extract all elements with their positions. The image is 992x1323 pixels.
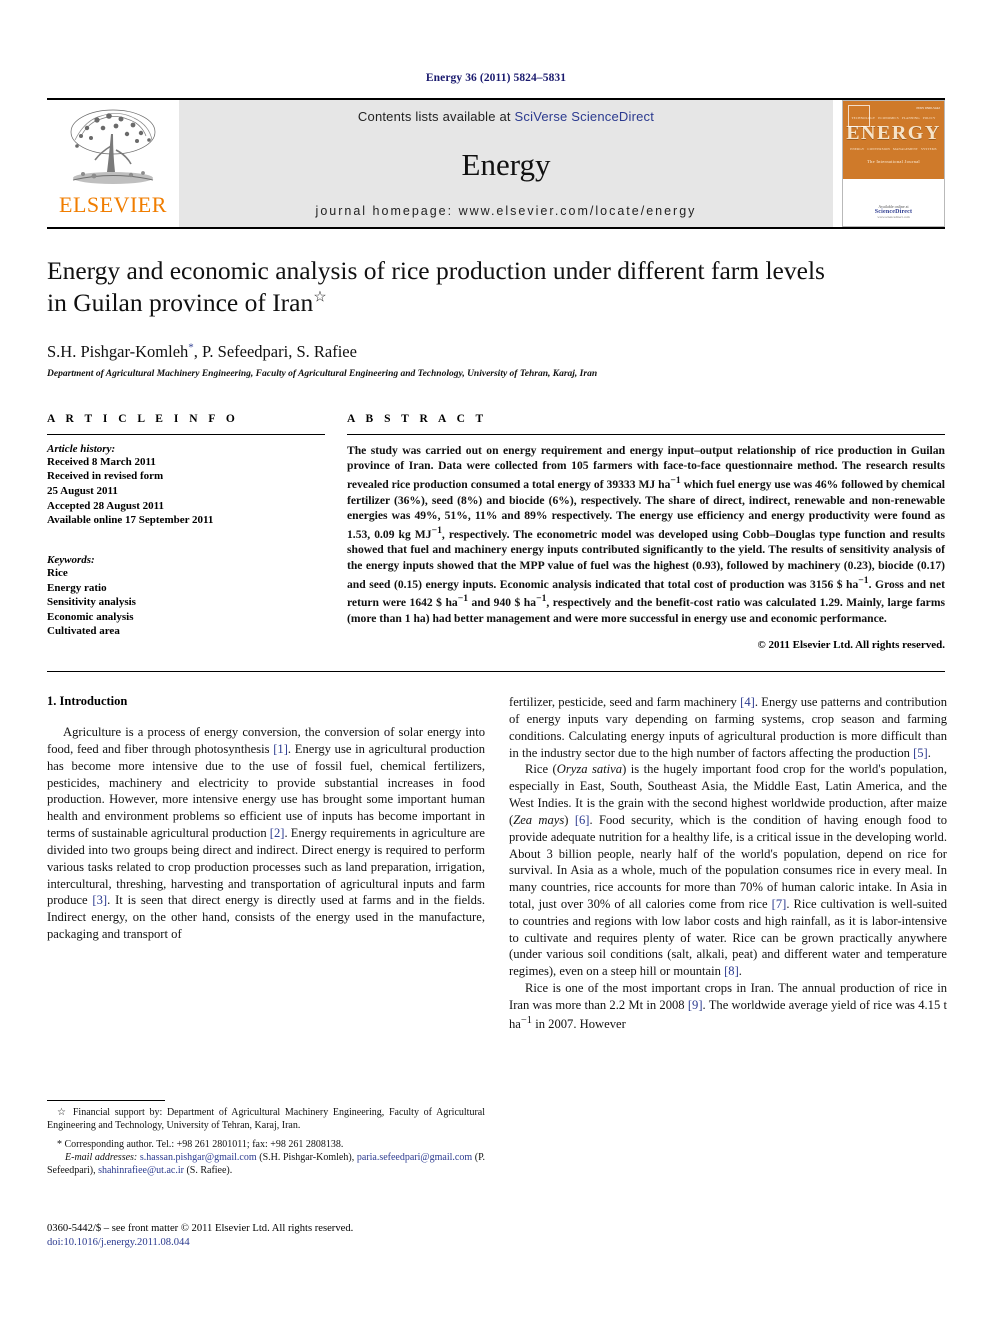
abstract-text: The study was carried out on energy requ… [347,443,946,625]
journal-banner: Contents lists available at SciVerse Sci… [179,100,833,227]
email-link-0[interactable]: s.hassan.pishgar@gmail.com [140,1152,257,1163]
info-abstract-row: A R T I C L E I N F O Article history: R… [47,413,945,662]
email-link-2[interactable]: shahinrafiee@ut.ac.ir [98,1165,184,1176]
body-columns: 1. Introduction Agriculture is a process… [47,694,947,1032]
intro-paragraph-right-2: Rice (Oryza sativa) is the hugely import… [509,762,948,979]
cover-term-1: ECONOMICS [878,115,899,120]
history-item-1: Received in revised form [47,470,164,483]
email-person-0: (S.H. Pishgar-Komleh) [259,1152,352,1163]
cover-term2-0: ENERGY [850,146,865,151]
journal-header: ELSEVIER Contents lists available at Sci… [47,98,945,227]
keywords-spacer [47,528,325,554]
cover-elsevier-mark-icon [848,105,870,127]
journal-cover-thumbnail: ISSN 0360-5442 TECHNOLOGY ECONOMICS PLAN… [842,100,945,227]
doi-link[interactable]: doi:10.1016/j.energy.2011.08.044 [47,1236,507,1250]
article-info-rule [47,433,325,435]
cover-url: www.sciencedirect.com [877,215,910,219]
title-footnote-marker[interactable]: ☆ [313,290,326,306]
cover-term2-1: CONVERSION [867,146,890,151]
keyword-4: Cultivated area [47,625,120,638]
body-column-right: fertilizer, pesticide, seed and farm mac… [509,694,947,1032]
title-text: Energy and economic analysis of rice pro… [47,256,825,318]
intro-paragraph-left: Agriculture is a process of energy conve… [47,725,485,941]
cover-band-row-bottom: ENERGY CONVERSION MANAGEMENT SYSTEMS [850,147,936,151]
cover-bottom-area: Available online at ScienceDirect www.sc… [843,178,944,226]
abstract-bottom-rule [47,671,945,673]
abstract-column: A B S T R A C T The study was carried ou… [325,413,945,662]
paper-page: Energy 36 (2011) 5824–5831 ELSEVIER Cont… [0,0,992,1323]
history-item-4: Available online 17 September 2011 [47,514,214,527]
authors-text: S.H. Pishgar-Komleh*, P. Sefeedpari, S. … [47,341,357,361]
contents-available-line: Contents lists available at SciVerse Sci… [358,109,654,124]
keyword-1: Energy ratio [47,581,107,594]
footnotes-block: ☆ Financial support by: Department of Ag… [47,1100,485,1177]
email-addresses-label: E-mail addresses: [65,1152,138,1163]
article-info-heading: A R T I C L E I N F O [47,412,239,425]
imprint-front-matter: 0360-5442/$ – see front matter © 2011 El… [47,1223,354,1234]
elsevier-wordmark: ELSEVIER [59,192,167,217]
footnote-emails: E-mail addresses: s.hassan.pishgar@gmail… [47,1152,486,1176]
cover-term2-2: MANAGEMENT [892,146,918,151]
author-list: S.H. Pishgar-Komleh*, P. Sefeedpari, S. … [47,341,945,362]
keywords-label: Keywords: [47,553,95,566]
imprint-block: 0360-5442/$ – see front matter © 2011 El… [47,1222,507,1250]
intro-paragraph-right-3: Rice is one of the most important crops … [509,981,947,1031]
cover-term2-3: SYSTEMS [920,146,937,151]
sciencedirect-link[interactable]: SciVerse ScienceDirect [515,109,655,124]
section-heading-introduction: 1. Introduction [47,694,128,709]
copyright-line: © 2011 Elsevier Ltd. All rights reserved… [757,639,945,652]
footnote-funding: ☆ Financial support by: Department of Ag… [47,1107,485,1131]
keyword-3: Economic analysis [47,610,134,623]
affiliation: Department of Agricultural Machinery Eng… [47,368,598,379]
journal-homepage-link[interactable]: journal homepage: www.elsevier.com/locat… [316,204,697,218]
article-title-block: Energy and economic analysis of rice pro… [47,227,945,379]
email-person-2: (S. Rafiee). [186,1165,233,1176]
cover-term-2: PLANNING [901,115,920,120]
keyword-0: Rice [47,566,68,579]
cover-issn-code: ISSN 0360-5442 [916,106,940,110]
history-item-0: Received 8 March 2011 [47,455,156,468]
elsevier-logo: ELSEVIER [47,100,179,227]
abstract-rule [347,433,945,435]
elsevier-tree-icon [70,109,155,184]
page-title: Energy and economic analysis of rice pro… [47,255,837,319]
cover-term-3: POLICY [922,115,936,120]
journal-title: Energy [461,146,551,182]
cover-subtitle: The International Journal [867,158,920,164]
history-item-3: Accepted 28 August 2011 [47,499,165,512]
email-link-1[interactable]: paria.sefeedpari@gmail.com [357,1152,472,1163]
article-info-column: A R T I C L E I N F O Article history: R… [47,413,325,662]
cover-top-band: ISSN 0360-5442 TECHNOLOGY ECONOMICS PLAN… [843,101,944,179]
history-item-2: 25 August 2011 [47,485,118,497]
intro-paragraph-right-1: fertilizer, pesticide, seed and farm mac… [509,695,947,760]
body-column-left: 1. Introduction Agriculture is a process… [47,694,485,1032]
keyword-2: Sensitivity analysis [47,596,136,609]
abstract-heading: A B S T R A C T [347,412,488,425]
contents-prefix: Contents lists available at [357,109,515,124]
footnote-separator [47,1100,165,1101]
footnote-corresponding-author: * Corresponding author. Tel.: +98 261 28… [57,1139,344,1150]
running-head: Energy 36 (2011) 5824–5831 [425,72,567,84]
article-history-label: Article history: [47,442,116,455]
